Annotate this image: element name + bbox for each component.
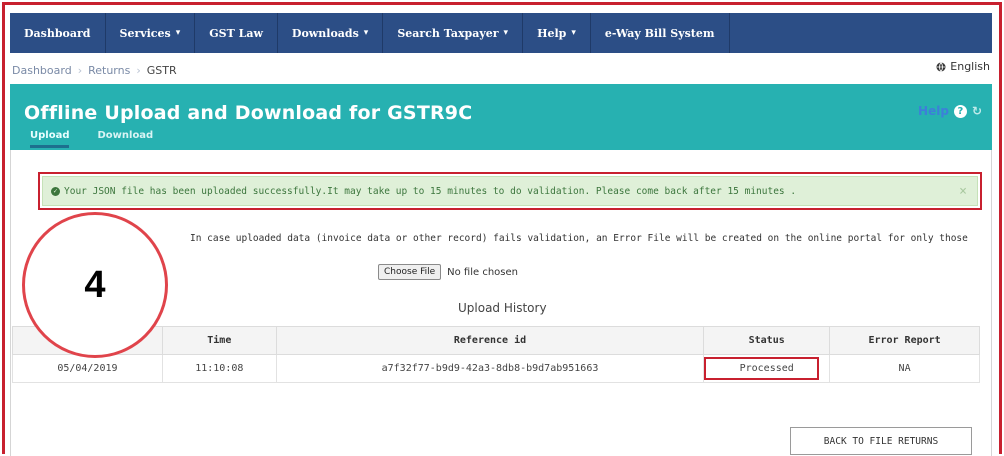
table-header-row: Time Reference id Status Error Report: [12, 326, 980, 355]
file-status: No file chosen: [447, 266, 518, 278]
cell-reference-id: a7f32f77-b9d9-42a3-8db8-b9d7ab951663: [275, 354, 705, 383]
success-alert: ✓ Your JSON file has been uploaded succe…: [42, 176, 978, 206]
nav-help[interactable]: Help ▾: [523, 13, 591, 53]
nav-search-taxpayer-label: Search Taxpayer: [397, 26, 499, 40]
step-number: 4: [84, 263, 106, 306]
check-circle-icon: ✓: [51, 186, 60, 196]
help-label: Help: [918, 104, 949, 118]
language-label: English: [950, 60, 990, 73]
column-header-error-report: Error Report: [829, 326, 980, 355]
top-navbar: Dashboard Services ▾ GST Law Downloads ▾…: [10, 13, 992, 53]
step-callout: 4: [22, 212, 168, 358]
nav-dashboard[interactable]: Dashboard: [10, 13, 106, 53]
tab-download[interactable]: Download: [97, 130, 153, 148]
globe-icon: [936, 61, 946, 72]
upload-history-table: Time Reference id Status Error Report 05…: [12, 326, 980, 383]
table-row: 05/04/2019 11:10:08 a7f32f77-b9d9-42a3-8…: [12, 354, 980, 383]
breadcrumb-current: GSTR: [146, 63, 177, 77]
chevron-down-icon: ▾: [363, 28, 369, 38]
nav-search-taxpayer[interactable]: Search Taxpayer ▾: [383, 13, 524, 53]
chevron-down-icon: ▾: [571, 28, 576, 38]
column-header-time: Time: [161, 326, 277, 355]
breadcrumb: Dashboard › Returns › GSTR English: [12, 60, 992, 80]
nav-dashboard-label: Dashboard: [24, 26, 91, 40]
back-to-file-returns-button[interactable]: BACK TO FILE RETURNS: [790, 427, 972, 455]
cell-date: 05/04/2019: [12, 354, 163, 383]
help-link[interactable]: Help ? ↻: [918, 104, 982, 118]
cell-time: 11:10:08: [161, 354, 277, 383]
refresh-icon[interactable]: ↻: [972, 104, 982, 118]
page-header: Offline Upload and Download for GSTR9C U…: [10, 84, 992, 150]
nav-downloads[interactable]: Downloads ▾: [278, 13, 384, 53]
upload-history-title: Upload History: [458, 301, 547, 315]
status-highlight: [704, 357, 820, 380]
breadcrumb-returns[interactable]: Returns: [88, 64, 130, 77]
info-text: In case uploaded data (invoice data or o…: [190, 233, 968, 244]
nav-downloads-label: Downloads: [291, 26, 359, 40]
close-icon[interactable]: ×: [959, 184, 967, 199]
chevron-down-icon: ▾: [503, 28, 509, 38]
tab-upload[interactable]: Upload: [30, 130, 70, 148]
cell-status: Processed: [703, 354, 831, 383]
page-title: Offline Upload and Download for GSTR9C: [24, 102, 473, 124]
nav-gst-law-label: GST Law: [209, 26, 263, 40]
nav-eway-bill-label: e-Way Bill System: [604, 26, 715, 40]
breadcrumb-dashboard[interactable]: Dashboard: [12, 64, 72, 77]
chevron-down-icon: ▾: [175, 28, 181, 38]
column-header-reference-id: Reference id: [275, 326, 705, 355]
column-header-status: Status: [703, 326, 831, 355]
breadcrumb-separator: ›: [136, 63, 141, 77]
nav-services-label: Services: [119, 26, 171, 40]
nav-services[interactable]: Services ▾: [106, 13, 196, 53]
alert-message: Your JSON file has been uploaded success…: [64, 185, 797, 197]
nav-gst-law[interactable]: GST Law: [195, 13, 278, 53]
file-input: Choose File No file chosen: [378, 264, 518, 280]
cell-error-report: NA: [829, 354, 980, 383]
nav-help-label: Help: [537, 26, 567, 40]
breadcrumb-separator: ›: [77, 63, 83, 77]
nav-eway-bill[interactable]: e-Way Bill System: [591, 13, 730, 53]
choose-file-button[interactable]: Choose File: [378, 264, 442, 280]
tab-bar: Upload Download: [30, 130, 153, 148]
language-selector[interactable]: English: [936, 60, 990, 73]
question-icon: ?: [953, 104, 967, 118]
